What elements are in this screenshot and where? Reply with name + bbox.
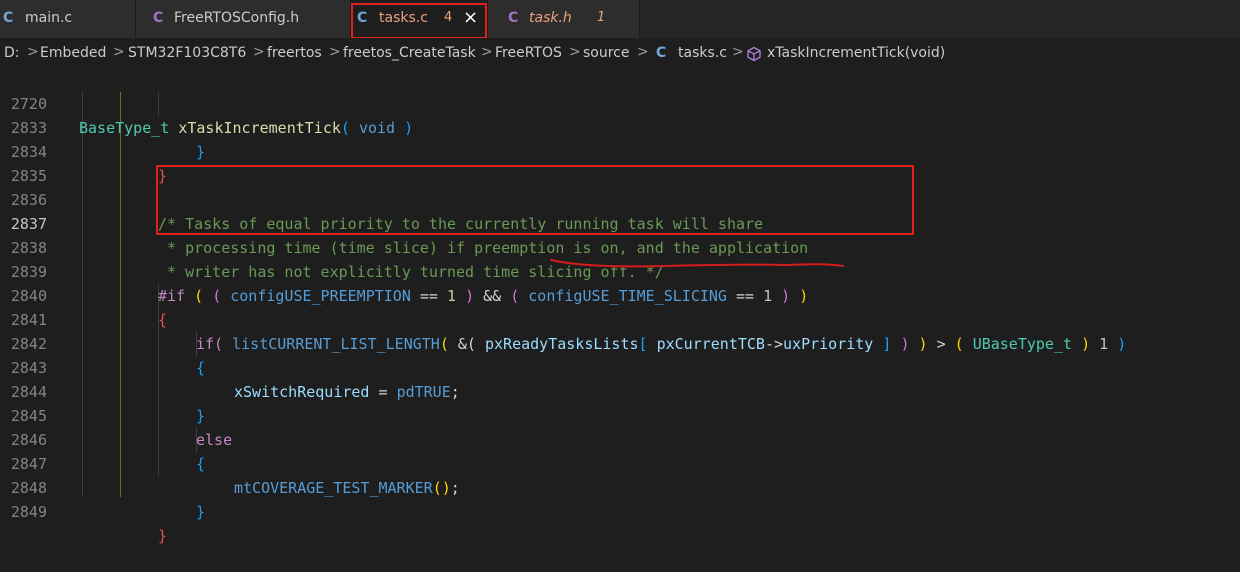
highlight-box-tab [351,3,487,39]
breadcrumb-separator: > [253,44,265,60]
tab-label: FreeRTOSConfig.h [174,10,300,26]
code-line[interactable]: 2846 { [0,404,1240,473]
code-token: } [196,503,206,521]
code-line[interactable]: 2835 [0,140,1240,185]
c-header-icon: C [508,10,519,26]
code-line[interactable]: 2834 } [0,116,1240,185]
sticky-scroll-line[interactable]: 2720 BaseType_t xTaskIncrementTick( void… [0,68,1240,137]
code-editor[interactable]: 2720 BaseType_t xTaskIncrementTick( void… [0,68,1240,545]
breadcrumb-separator: > [569,44,581,60]
c-file-icon: C [3,10,14,26]
code-line[interactable]: 2842 { [0,308,1240,377]
breadcrumb-item[interactable]: xTaskIncrementTick(void) [767,45,945,61]
breadcrumb-separator: > [113,44,125,60]
code-line[interactable]: 2847 mtCOVERAGE_TEST_MARKER(); [0,428,1240,497]
code-line[interactable]: 2833 } [0,92,1240,161]
highlight-box-comment [156,165,914,235]
code-line[interactable]: 2845 else [0,380,1240,449]
breadcrumb-item[interactable]: Embeded [40,45,106,61]
symbol-method-icon [746,46,762,66]
tab-label: task.h [529,10,572,26]
breadcrumb-item[interactable]: freertos [267,45,322,61]
code-token: } [158,527,168,545]
c-file-icon: C [656,45,667,61]
code-line[interactable]: 2841 if( listCURRENT_LIST_LENGTH( &( pxR… [0,284,1240,353]
tab-label: main.c [25,10,73,26]
breadcrumb-separator: > [732,44,744,60]
breadcrumb-item[interactable]: STM32F103C8T6 [128,45,246,61]
breadcrumb-separator: > [637,44,649,60]
breadcrumb-item[interactable]: source [583,45,630,61]
line-number: 2849 [10,503,47,521]
tab-task-h[interactable]: C task.h 1 [488,0,640,38]
breadcrumb-separator: > [329,44,341,60]
breadcrumb: D: > Embeded > STM32F103C8T6 > freertos … [0,38,1240,68]
problem-count-badge: 1 [597,10,606,25]
tab-freertosconfig-h[interactable]: C FreeRTOSConfig.h [136,0,351,38]
code-line[interactable]: 2844 } [0,356,1240,425]
breadcrumb-separator: > [481,44,493,60]
tab-bar: C main.c C FreeRTOSConfig.h C tasks.c 4 … [0,0,1240,39]
code-line[interactable]: 2843 xSwitchRequired = pdTRUE; [0,332,1240,401]
breadcrumb-item[interactable]: freetos_CreateTask [343,45,476,61]
tab-main-c[interactable]: C main.c [0,0,136,38]
annotation-underline [550,259,844,268]
breadcrumb-item[interactable]: tasks.c [678,45,727,61]
breadcrumb-separator: > [27,44,39,60]
breadcrumb-item[interactable]: D: [4,45,20,61]
c-header-icon: C [153,10,164,26]
code-line[interactable]: 2849 } [0,476,1240,545]
breadcrumb-item[interactable]: FreeRTOS [495,45,562,61]
code-line[interactable]: 2848 } [0,452,1240,521]
